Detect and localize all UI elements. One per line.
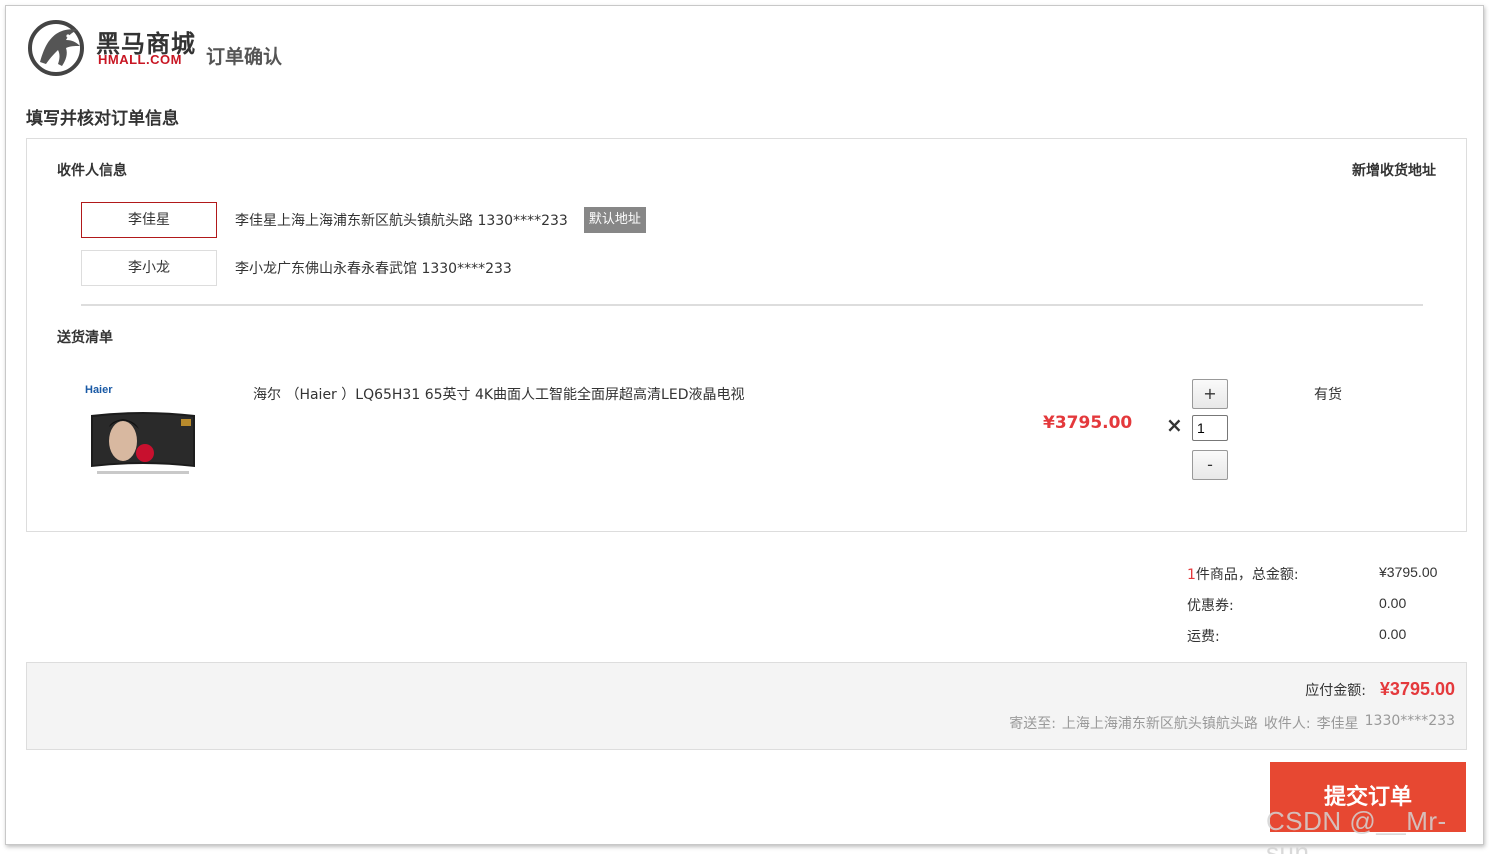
address-row[interactable]: 李佳星 李佳星上海上海浦东新区航头镇航头路 1330****233 默认地址 bbox=[81, 202, 646, 238]
section-title: 填写并核对订单信息 bbox=[26, 109, 179, 129]
address-row[interactable]: 李小龙 李小龙广东佛山永春永春武馆 1330****233 bbox=[81, 250, 512, 286]
shipping-info: 寄送至: 上海上海浦东新区航头镇航头路 收件人: 李佳星 1330****233 bbox=[1009, 713, 1455, 733]
quantity-increase-button[interactable]: + bbox=[1192, 379, 1228, 409]
address-name-button[interactable]: 李佳星 bbox=[81, 202, 217, 238]
item-count-suffix: 件商品，总金额: bbox=[1195, 567, 1299, 583]
freight-label: 运费: bbox=[1187, 629, 1220, 645]
payable-label: 应付金额: bbox=[1305, 683, 1366, 699]
divider bbox=[81, 304, 1423, 306]
coupon-value: 0.00 bbox=[1379, 595, 1407, 611]
receiver-info-title: 收件人信息 bbox=[57, 163, 127, 179]
address-detail: 李佳星上海上海浦东新区航头镇航头路 1330****233 bbox=[235, 213, 568, 229]
address-detail: 李小龙广东佛山永春永春武馆 1330****233 bbox=[235, 261, 512, 277]
payable-amount: ¥3795.00 bbox=[1379, 679, 1455, 699]
stock-status: 有货 bbox=[1314, 387, 1342, 403]
receiver-name: 李佳星 bbox=[1316, 716, 1359, 732]
ship-to-address: 上海上海浦东新区航头镇航头路 bbox=[1061, 716, 1258, 732]
summary-count-label: 1件商品，总金额: bbox=[1187, 564, 1299, 584]
coupon-label: 优惠券: bbox=[1187, 598, 1234, 614]
summary-total-value: ¥3795.00 bbox=[1379, 564, 1438, 580]
product-price: ¥3795.00 bbox=[1043, 413, 1133, 433]
add-address-link[interactable]: 新增收货地址 bbox=[1352, 160, 1436, 180]
watermark-text: CSDN @__Mr-sun bbox=[1266, 806, 1447, 854]
default-address-badge: 默认地址 bbox=[583, 207, 646, 233]
hmall-logo-icon[interactable] bbox=[26, 18, 88, 76]
item-count: 1 bbox=[1187, 567, 1196, 583]
payment-summary-box: 应付金额: ¥3795.00 寄送至: 上海上海浦东新区航头镇航头路 收件人: … bbox=[26, 662, 1467, 750]
quantity-input[interactable] bbox=[1192, 415, 1228, 441]
ship-to-label: 寄送至: bbox=[1009, 716, 1056, 732]
freight-value: 0.00 bbox=[1379, 626, 1407, 642]
page-title: 订单确认 bbox=[206, 46, 283, 68]
brand-name-en: HMALL.COM bbox=[98, 52, 182, 67]
order-info-box: 收件人信息 新增收货地址 李佳星 李佳星上海上海浦东新区航头镇航头路 1330*… bbox=[26, 138, 1467, 532]
address-name-button[interactable]: 李小龙 bbox=[81, 250, 217, 286]
product-brand-text: Haier bbox=[85, 384, 113, 396]
receiver-label: 收件人: bbox=[1263, 716, 1311, 732]
page-frame: 黑马商城 HMALL.COM 订单确认 填写并核对订单信息 收件人信息 新增收货… bbox=[5, 5, 1484, 845]
product-image[interactable]: Haier bbox=[83, 379, 199, 479]
product-name-link[interactable]: 海尔 （Haier ）LQ65H31 65英寸 4K曲面人工智能全面屏超高清LE… bbox=[253, 384, 744, 404]
quantity-decrease-button[interactable]: - bbox=[1192, 450, 1228, 480]
delivery-list-title: 送货清单 bbox=[57, 330, 113, 346]
receiver-phone: 1330****233 bbox=[1364, 713, 1455, 729]
payable-line: 应付金额: ¥3795.00 bbox=[1305, 679, 1455, 700]
multiply-icon: × bbox=[1166, 413, 1183, 437]
